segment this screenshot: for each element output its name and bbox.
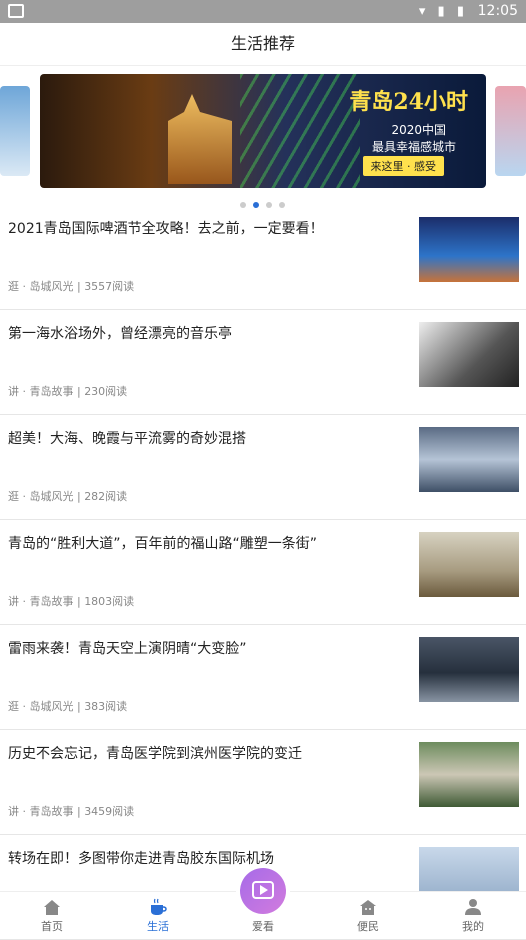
article-item[interactable]: 超美！大海、晚霞与平流雾的奇妙混搭 逛 · 岛城风光 | 282阅读 — [0, 415, 526, 520]
banner-building-image — [168, 94, 232, 184]
banner-carousel[interactable]: 青岛24小时 2020中国 最具幸福感城市 来这里 · 感受 — [0, 72, 526, 208]
article-item[interactable]: 2021青岛国际啤酒节全攻略！去之前，一定要看！ 逛 · 岛城风光 | 3557… — [0, 205, 526, 310]
banner-line2: 最具幸福感城市 — [371, 140, 456, 154]
article-thumbnail — [419, 742, 519, 807]
status-bar: ▾ ▮ ▮ 12:05 — [0, 0, 526, 23]
article-meta: 逛 · 岛城风光 | 282阅读 — [8, 490, 128, 503]
tab-label: 便民 — [357, 920, 379, 933]
banner-cta: 来这里 · 感受 — [362, 156, 444, 176]
article-item[interactable]: 历史不会忘记，青岛医学院到滨州医学院的变迁 讲 · 青岛故事 | 3459阅读 — [0, 730, 526, 835]
page-title: 生活推荐 — [0, 23, 526, 66]
banner-prev-slide[interactable] — [0, 86, 30, 176]
tab-services[interactable]: 便民 — [328, 892, 408, 937]
tab-label: 生活 — [147, 920, 169, 933]
home-icon — [44, 900, 60, 915]
banner-light-rays — [240, 74, 360, 188]
article-thumbnail — [419, 322, 519, 387]
article-meta: 讲 · 青岛故事 | 230阅读 — [8, 385, 128, 398]
article-title: 超美！大海、晚霞与平流雾的奇妙混搭 — [8, 431, 246, 447]
article-meta: 讲 · 青岛故事 | 3459阅读 — [8, 805, 135, 818]
tab-life[interactable]: 生活 — [118, 892, 198, 937]
banner-slide[interactable]: 青岛24小时 2020中国 最具幸福感城市 来这里 · 感受 — [40, 74, 486, 188]
article-title: 青岛的“胜利大道”，百年前的福山路“雕塑一条街” — [8, 536, 318, 552]
article-title: 雷雨来袭！青岛天空上演阴晴“大变脸” — [8, 641, 247, 657]
article-list: 2021青岛国际啤酒节全攻略！去之前，一定要看！ 逛 · 岛城风光 | 3557… — [0, 205, 526, 940]
notification-icon — [8, 4, 24, 18]
play-icon — [260, 885, 268, 895]
article-title: 第一海水浴场外，曾经漂亮的音乐亭 — [8, 326, 232, 342]
tab-label: 我的 — [462, 920, 484, 933]
status-time: 12:05 — [477, 3, 518, 19]
article-item[interactable]: 雷雨来袭！青岛天空上演阴晴“大变脸” 逛 · 岛城风光 | 383阅读 — [0, 625, 526, 730]
tab-label: 爱看 — [252, 920, 274, 933]
article-thumbnail — [419, 532, 519, 597]
article-thumbnail — [419, 427, 519, 492]
article-item[interactable]: 青岛的“胜利大道”，百年前的福山路“雕塑一条街” 讲 · 青岛故事 | 1803… — [0, 520, 526, 625]
coffee-cup-icon — [151, 898, 167, 915]
banner-next-slide[interactable] — [495, 86, 526, 176]
tab-label: 首页 — [41, 920, 63, 933]
article-title: 转场在即！多图带你走进青岛胶东国际机场 — [8, 851, 274, 867]
article-title: 2021青岛国际啤酒节全攻略！去之前，一定要看！ — [8, 221, 324, 237]
article-meta: 讲 · 青岛故事 | 1803阅读 — [8, 595, 135, 608]
article-item[interactable]: 第一海水浴场外，曾经漂亮的音乐亭 讲 · 青岛故事 | 230阅读 — [0, 310, 526, 415]
watch-center-button[interactable] — [240, 868, 286, 914]
tab-home[interactable]: 首页 — [12, 892, 92, 937]
tab-me[interactable]: 我的 — [433, 892, 513, 937]
article-thumbnail — [419, 637, 519, 702]
banner-line1: 2020中国 — [391, 123, 446, 137]
banner-title: 青岛24小时 — [349, 89, 468, 115]
user-icon — [465, 899, 481, 915]
service-icon — [360, 900, 376, 915]
article-thumbnail — [419, 217, 519, 282]
signal-wifi-battery-icons: ▾ ▮ ▮ — [418, 4, 468, 19]
article-title: 历史不会忘记，青岛医学院到滨州医学院的变迁 — [8, 746, 302, 762]
article-meta: 逛 · 岛城风光 | 3557阅读 — [8, 280, 135, 293]
article-meta: 逛 · 岛城风光 | 383阅读 — [8, 700, 128, 713]
